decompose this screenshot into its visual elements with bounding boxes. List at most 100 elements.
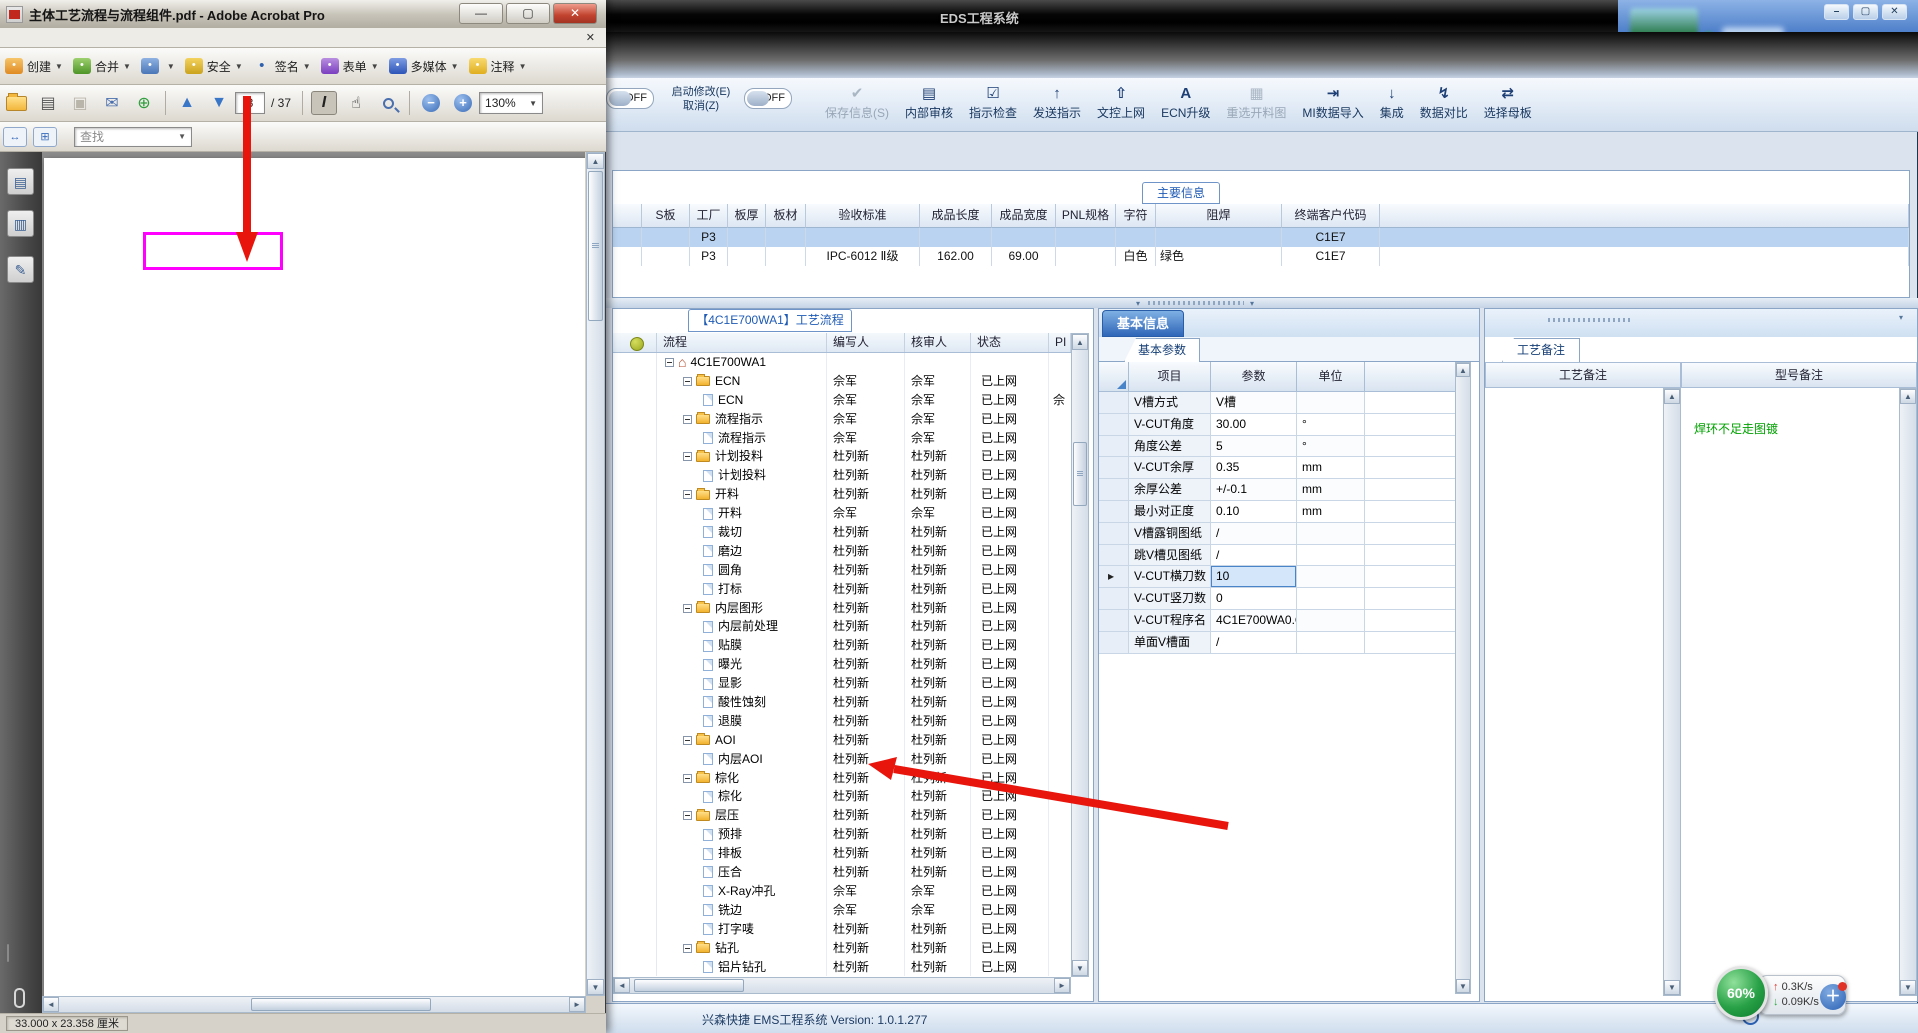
flow-tree-row[interactable]: 流程指示 佘军 佘军 已上网 (613, 409, 1071, 429)
flow-tree-row[interactable]: 贴膜 杜列新 杜列新 已上网 (613, 636, 1071, 656)
expander-icon[interactable] (683, 376, 692, 386)
acrobat-toolbar-button[interactable]: • 创建 ▼ (0, 55, 68, 78)
scroll-thumb[interactable] (588, 171, 603, 321)
flow-tree-row[interactable]: 酸性蚀刻 杜列新 杜列新 已上网 (613, 693, 1071, 712)
maximize-icon[interactable]: ▢ (1853, 4, 1878, 20)
scroll-thumb[interactable] (634, 979, 744, 992)
flow-tree-row[interactable]: 钻孔 杜列新 杜列新 已上网 (613, 938, 1071, 958)
eds-toolbar-button[interactable]: ⇧ 文控上网 (1090, 80, 1152, 121)
expander-icon[interactable] (683, 452, 692, 462)
scroll-right-icon[interactable]: ► (1054, 978, 1070, 993)
expander-icon[interactable] (683, 811, 692, 821)
zoom-level-select[interactable]: 130% ▼ (479, 92, 544, 114)
expander-icon[interactable] (683, 490, 692, 500)
remarks-col2-scrollbar[interactable]: ▲ ▼ (1899, 388, 1917, 996)
flow-tree-row[interactable]: ECN 佘军 佘军 已上网 (613, 371, 1071, 391)
menu-item[interactable] (112, 36, 126, 40)
param-row[interactable]: V槽露铜图纸 / (1099, 522, 1471, 545)
flow-tree-row[interactable]: AOI 杜列新 杜列新 已上网 (613, 730, 1071, 750)
param-row[interactable]: V-CUT竖刀数 0 (1099, 588, 1471, 610)
flow-tree-row[interactable]: 磨边 杜列新 杜列新 已上网 (613, 541, 1071, 561)
eds-toolbar-button[interactable]: ▦ 重选开料图 (1219, 80, 1293, 121)
collapse-down-icon[interactable]: ▾ (1250, 299, 1254, 308)
main-info-row[interactable]: P3 IPC-6012 Ⅱ级 162.00 69.00 白色 绿色 C1E7 (613, 247, 1909, 271)
remarks-col2-header[interactable]: 型号备注 (1681, 362, 1917, 388)
scroll-up-icon[interactable]: ▲ (1072, 334, 1088, 350)
param-row[interactable]: 最小对正度 0.10 mm (1099, 500, 1471, 523)
flow-tree-row[interactable]: 4C1E700WA1 (613, 353, 1071, 372)
toggle-switch-1[interactable]: OFF (606, 88, 654, 109)
acrobat-toolbar-button[interactable]: • 合并 ▼ (68, 55, 136, 78)
flow-tree-row[interactable]: 内层前处理 杜列新 杜列新 已上网 (613, 617, 1071, 637)
menu-item[interactable] (126, 36, 140, 40)
flow-tree-row[interactable]: 棕化 杜列新 杜列新 已上网 (613, 787, 1071, 807)
flow-tree-row[interactable]: X-Ray冲孔 佘军 佘军 已上网 (613, 881, 1071, 901)
scroll-thumb[interactable] (1073, 442, 1087, 506)
menu-item[interactable] (98, 36, 112, 40)
expander-icon[interactable] (683, 414, 692, 424)
zoom-marquee-icon[interactable] (375, 91, 401, 115)
tree-vertical-scrollbar[interactable]: ▲ ▼ (1071, 333, 1089, 977)
param-row[interactable]: 单面V槽面 / (1099, 631, 1471, 654)
flow-tree-row[interactable]: 预排 杜列新 杜列新 已上网 (613, 825, 1071, 845)
tab-basic-params[interactable]: 基本参数 (1124, 338, 1200, 362)
scroll-left-icon[interactable]: ◄ (614, 978, 630, 993)
search-input[interactable]: 查找 ▼ (74, 126, 192, 147)
flow-tree-row[interactable]: 压合 杜列新 杜列新 已上网 (613, 863, 1071, 882)
hand-tool-icon[interactable]: ☝ (343, 91, 369, 115)
scroll-down-icon[interactable]: ▼ (1456, 979, 1470, 993)
open-folder-icon[interactable] (3, 91, 29, 115)
flow-tree-row[interactable]: ECN 佘军 佘军 已上网 佘 (613, 390, 1071, 410)
next-page-icon[interactable]: ▼ (206, 91, 232, 115)
flow-tree-row[interactable]: 裁切 杜列新 杜列新 已上网 (613, 523, 1071, 542)
eds-toolbar-button[interactable]: ▤ 内部审核 (898, 80, 960, 121)
flow-tree-row[interactable]: 层压 杜列新 杜列新 已上网 (613, 806, 1071, 826)
page-number-input[interactable]: 3 (235, 92, 265, 114)
param-row[interactable]: V-CUT角度 30.00 ° (1099, 413, 1471, 436)
flow-tree-row[interactable]: 内层AOI 杜列新 杜列新 已上网 (613, 749, 1071, 769)
tree-horizontal-scrollbar[interactable]: ◄ ► (613, 977, 1071, 994)
upload-globe-icon[interactable]: ⊕ (131, 91, 157, 115)
collapse-up-icon[interactable]: ▾ (1136, 299, 1140, 308)
menu-item[interactable] (14, 36, 28, 40)
page-thumbnails-icon[interactable]: ▤ (7, 168, 34, 195)
flow-tree-row[interactable]: 圆角 杜列新 杜列新 已上网 (613, 560, 1071, 580)
toggle-switch-2[interactable]: OFF (744, 88, 792, 109)
document-vertical-scrollbar[interactable]: ▲ ▼ (586, 152, 605, 996)
fit-width-icon[interactable]: ↔ (3, 126, 27, 147)
collapse-icon[interactable]: ▾ (1899, 313, 1903, 322)
scroll-down-icon[interactable]: ▼ (587, 979, 604, 995)
row-selector-header[interactable] (1099, 362, 1129, 392)
eds-toolbar-button[interactable]: ↯ 数据对比 (1413, 80, 1475, 121)
param-row[interactable]: V-CUT横刀数 10 (1099, 566, 1471, 589)
minimize-icon[interactable]: – (1824, 4, 1849, 20)
param-row[interactable]: 角度公差 5 ° (1099, 435, 1471, 458)
eds-toolbar-button[interactable]: ↑ 发送指示 (1026, 80, 1088, 121)
flow-tree-row[interactable]: 流程指示 佘军 佘军 已上网 (613, 428, 1071, 448)
remarks-splitter-grip[interactable] (1548, 318, 1632, 322)
acrobat-toolbar-button[interactable]: • 注释 ▼ (464, 55, 532, 78)
scroll-up-icon[interactable]: ▲ (1664, 389, 1680, 404)
splitter-grip[interactable] (1148, 301, 1244, 305)
menu-item[interactable] (56, 36, 70, 40)
start-modify-button[interactable]: 启动修改(E) 取消(Z) (662, 85, 740, 113)
close-icon[interactable]: ✕ (553, 3, 597, 24)
flow-tree-row[interactable]: 开料 佘军 佘军 已上网 (613, 504, 1071, 524)
acrobat-toolbar-button[interactable]: • 签名 ▼ (248, 55, 316, 78)
menu-item[interactable] (70, 36, 84, 40)
scroll-down-icon[interactable]: ▼ (1664, 980, 1680, 995)
param-row[interactable]: V-CUT程序名 4C1E700WA0.CSV (1099, 609, 1471, 632)
param-row[interactable]: 跳V槽见图纸 / (1099, 544, 1471, 567)
scroll-up-icon[interactable]: ▲ (1456, 363, 1470, 377)
zoom-out-icon[interactable]: − (418, 91, 444, 115)
zoom-in-icon[interactable]: + (450, 91, 476, 115)
acrobat-toolbar-button[interactable]: • ▼ (136, 55, 180, 77)
flow-tree-row[interactable]: 打字唛 杜列新 杜列新 已上网 (613, 919, 1071, 939)
bookmarks-icon[interactable]: ▥ (7, 210, 34, 237)
flow-tree-row[interactable]: 棕化 杜列新 杜列新 已上网 (613, 768, 1071, 788)
param-row[interactable]: 余厚公差 +/-0.1 mm (1099, 479, 1471, 501)
eds-toolbar-button[interactable]: ☑ 指示检查 (962, 80, 1024, 121)
fit-page-icon[interactable]: ⊞ (33, 126, 57, 147)
progress-gauge[interactable]: 60% (1714, 966, 1768, 1020)
flow-tree-row[interactable]: 显影 杜列新 杜列新 已上网 (613, 674, 1071, 694)
